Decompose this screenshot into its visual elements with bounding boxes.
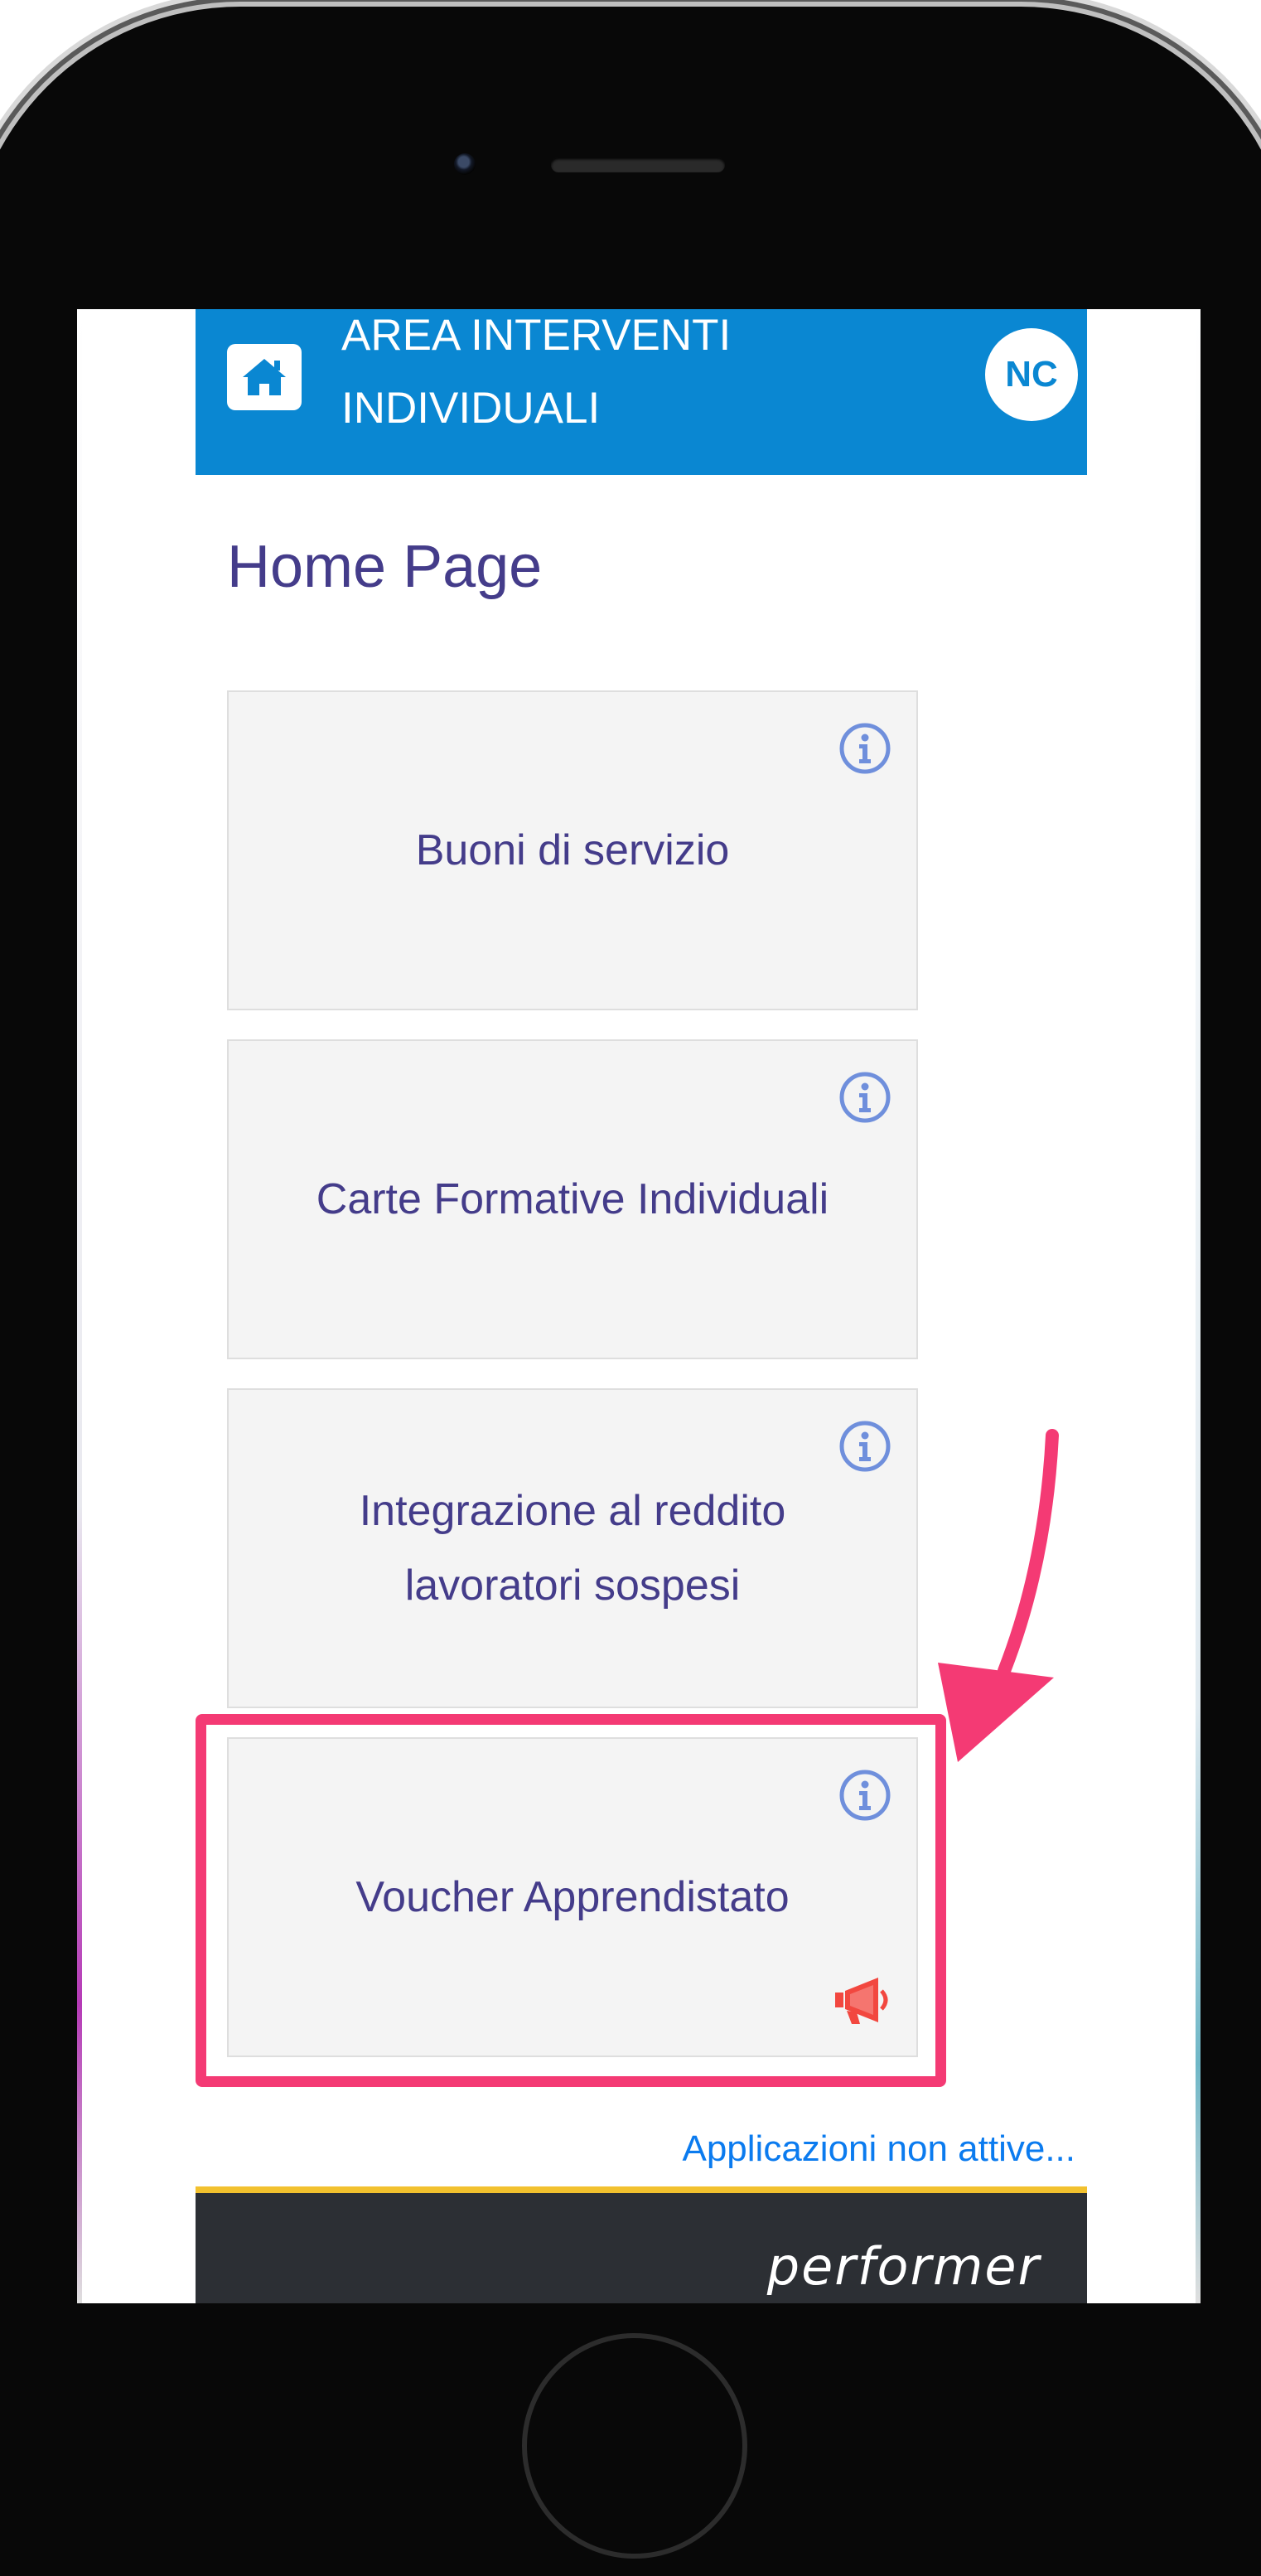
info-icon[interactable] [838,722,891,775]
app-header: AREA INTERVENTI INDIVIDUALI NC [196,309,1087,475]
pointer-arrow-annotation [938,1429,1059,1762]
home-icon [243,359,286,395]
footer-brand-logo: performer [766,2236,1041,2297]
inactive-apps-link[interactable]: Applicazioni non attive... [682,2128,1075,2170]
user-avatar[interactable]: NC [985,328,1078,421]
phone-home-button [522,2333,747,2559]
page-title: Home Page [227,534,543,600]
app-content: AREA INTERVENTI INDIVIDUALI NC Home Page… [196,309,1087,2303]
card-title: Buoni di servizio [415,826,730,874]
megaphone-icon [835,1978,888,2024]
app-title: AREA INTERVENTI INDIVIDUALI [341,311,732,433]
earpiece-speaker [551,157,725,172]
phone-screen: AREA INTERVENTI INDIVIDUALI NC Home Page… [77,309,1201,2303]
card-title: Integrazione al reddito lavoratori sospe… [359,1487,786,1610]
home-button[interactable] [227,344,302,410]
card-integrazione-al-reddito[interactable]: Integrazione al reddito lavoratori sospe… [227,1388,918,1708]
card-voucher-apprendistato[interactable]: Voucher Apprendistato [227,1737,918,2057]
card-title: Voucher Apprendistato [355,1873,790,1921]
card-buoni-di-servizio[interactable]: Buoni di servizio [227,690,918,1010]
info-icon[interactable] [838,1769,891,1822]
info-icon[interactable] [838,1071,891,1124]
app-footer: performer [196,2186,1087,2303]
front-camera [454,153,476,175]
card-title: Carte Formative Individuali [316,1175,829,1223]
info-icon[interactable] [838,1420,891,1473]
card-carte-formative-individuali[interactable]: Carte Formative Individuali [227,1039,918,1359]
